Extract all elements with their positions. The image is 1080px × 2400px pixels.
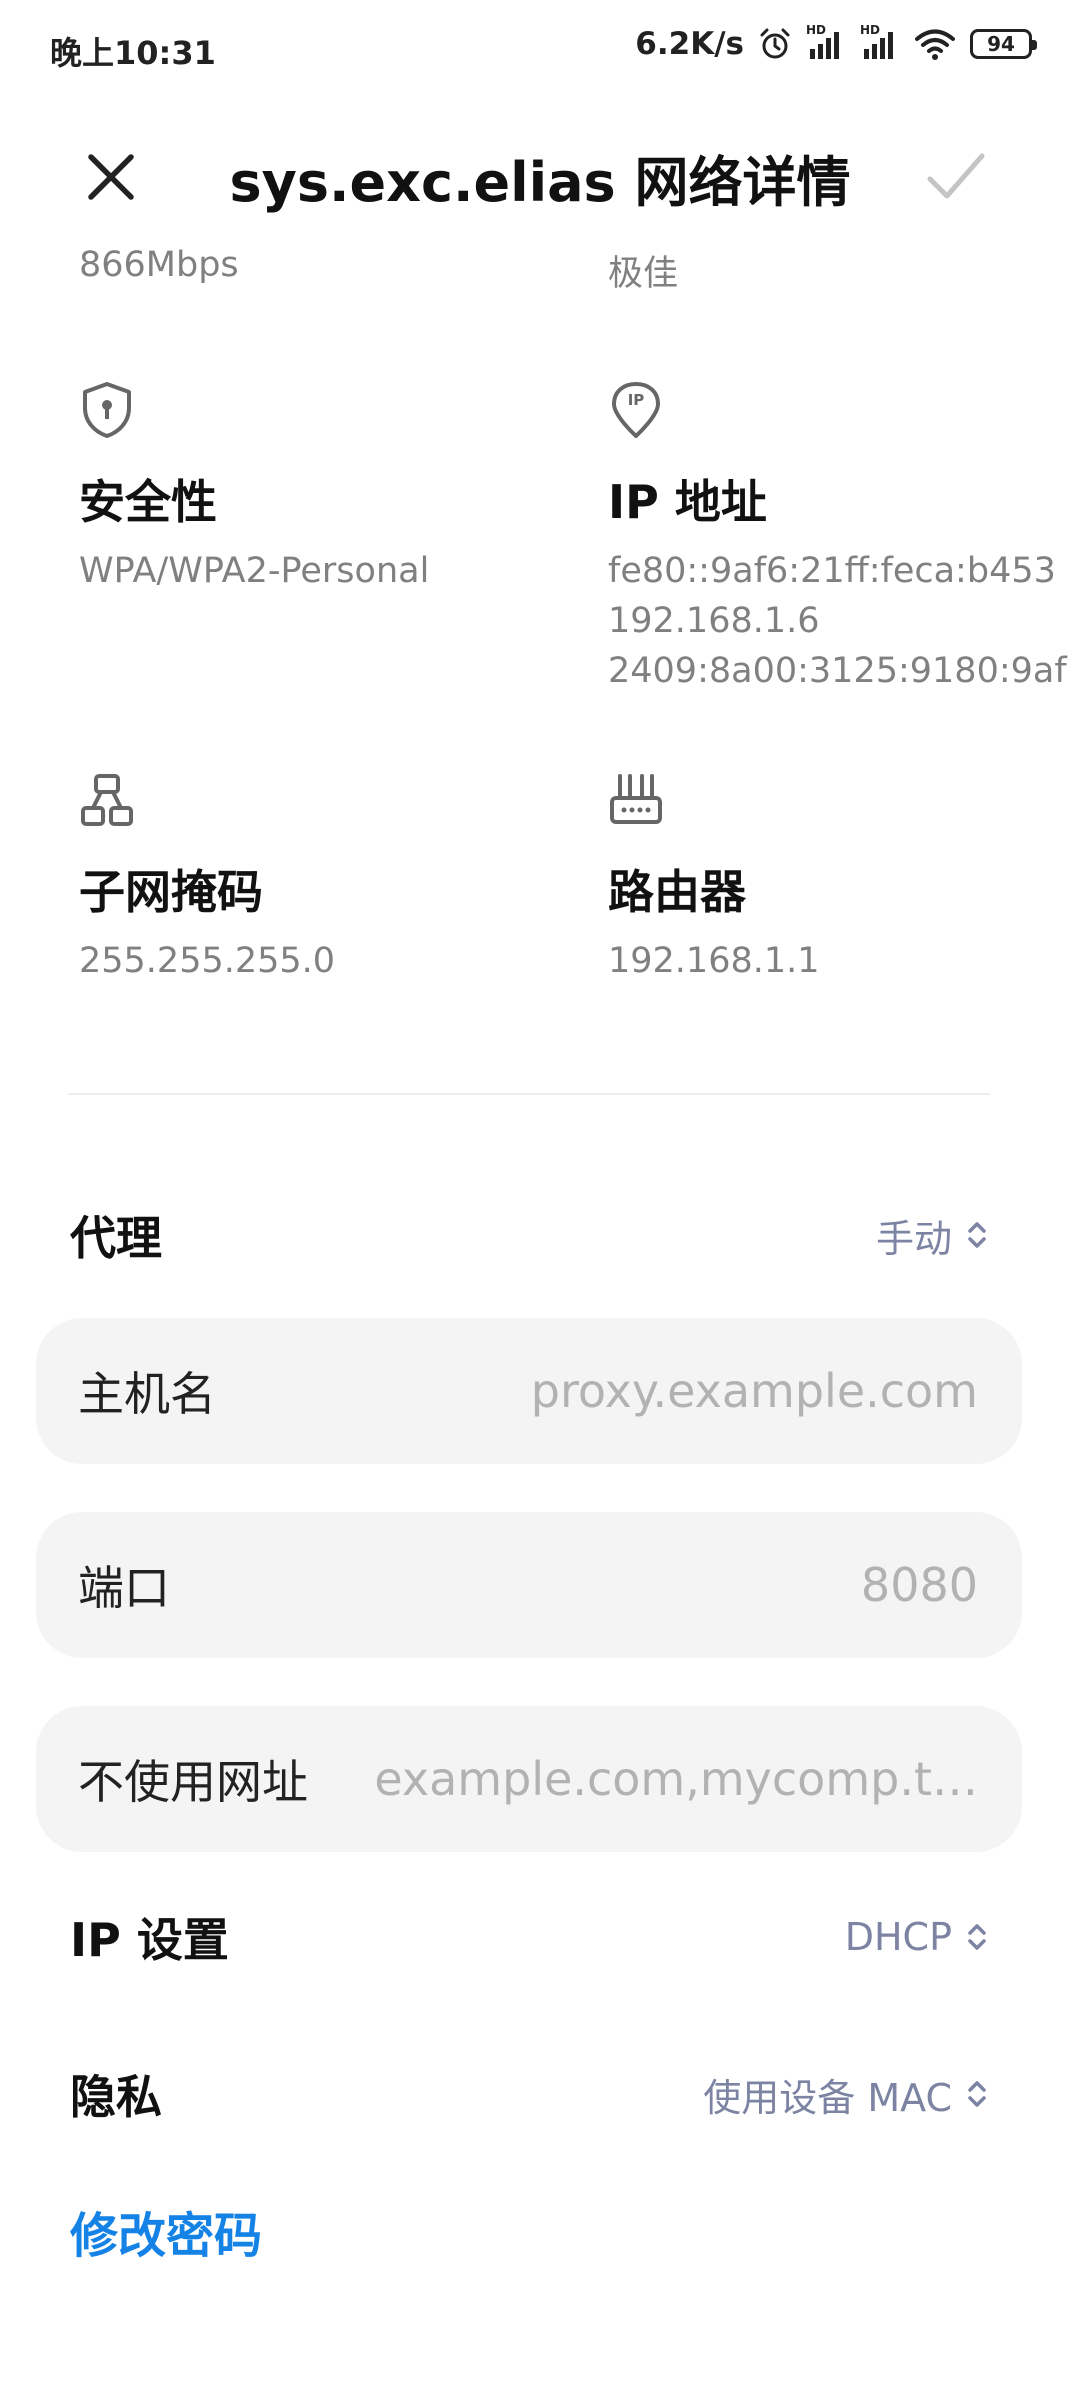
subnet-icon [81,774,133,826]
bypass-input[interactable] [348,1751,980,1807]
battery-indicator: 94 [970,29,1037,59]
network-speed: 6.2K/s [635,26,744,62]
ip-address-line: 192.168.1.6 [608,601,820,641]
router-label: 路由器 [608,865,746,919]
signal-icon-1: HD [806,23,846,61]
proxy-setting-row[interactable]: 代理 手动 [70,1195,990,1275]
ip-settings-value: DHCP [844,1915,952,1959]
change-password-link[interactable]: 修改密码 [70,2196,262,2266]
port-field-card: 端口 [36,1512,1022,1658]
ip-address-label: IP 地址 [608,475,767,529]
ip-address-line: fe80::9af6:21ff:feca:b453 [608,551,1056,591]
signal-icon-2: HD [860,23,900,61]
ip-settings-selector[interactable]: DHCP [845,1915,990,1959]
privacy-value: 使用设备 MAC [703,2075,952,2120]
proxy-value: 手动 [875,1216,952,1261]
ip-pin-icon: IP [608,380,664,440]
hostname-label: 主机名 [78,1367,216,1421]
battery-level: 94 [987,32,1015,56]
page-title: sys.exc.elias 网络详情 [229,151,851,214]
proxy-label: 代理 [70,1211,162,1265]
privacy-selector[interactable]: 使用设备 MAC [703,2067,990,2122]
router-icon [610,774,662,824]
subnet-value: 255.255.255.0 [79,941,336,981]
wifi-icon [915,29,955,60]
signal-quality-value: 极佳 [608,254,679,294]
ip-icon-text: IP [627,391,645,409]
subnet-info: 子网掩码 255.255.255.0 [79,770,599,986]
subnet-label: 子网掩码 [79,865,263,919]
proxy-selector[interactable]: 手动 [876,1208,990,1263]
bypass-field-card: 不使用网址 [36,1706,1022,1852]
security-label: 安全性 [79,475,217,529]
status-bar: 晚上10:31 6.2K/s HD HD 94 [0,0,1080,90]
privacy-label: 隐私 [70,2070,162,2124]
ip-address-values: fe80::9af6:21ff:feca:b453 192.168.1.6 24… [608,546,1080,696]
alarm-icon [760,28,790,59]
router-value: 192.168.1.1 [608,941,820,981]
security-info: 安全性 WPA/WPA2-Personal [79,380,599,596]
hostname-input[interactable] [256,1363,980,1419]
status-indicators: 6.2K/s HD HD 94 [635,23,1037,62]
privacy-row[interactable]: 隐私 使用设备 MAC [70,2054,990,2134]
port-input[interactable] [210,1557,980,1613]
network-details-screen: 晚上10:31 6.2K/s HD HD 94 sys.exc.elias 网络… [0,0,1080,2400]
link-speed-value: 866Mbps [79,245,239,285]
ip-address-info: IP IP 地址 fe80::9af6:21ff:feca:b453 192.1… [608,380,1080,696]
security-value: WPA/WPA2-Personal [79,551,430,591]
shield-lock-icon [83,382,131,438]
ip-address-line: 2409:8a00:3125:9180:9af [608,651,1067,691]
chevron-up-down-icon [968,1222,986,1248]
port-label: 端口 [78,1561,170,1615]
section-divider [68,1093,990,1095]
confirm-button[interactable] [920,142,990,212]
bypass-label: 不使用网址 [78,1755,308,1809]
status-time: 晚上10:31 [50,34,216,72]
hostname-field-card: 主机名 [36,1318,1022,1464]
check-icon [927,153,985,199]
router-info: 路由器 192.168.1.1 [608,770,1080,986]
top-bar: sys.exc.elias 网络详情 [0,120,1080,230]
ip-settings-label: IP 设置 [70,1913,229,1967]
ip-settings-row[interactable]: IP 设置 DHCP [70,1897,990,1977]
chevron-up-down-icon [968,2081,986,2107]
chevron-up-down-icon [968,1924,986,1950]
